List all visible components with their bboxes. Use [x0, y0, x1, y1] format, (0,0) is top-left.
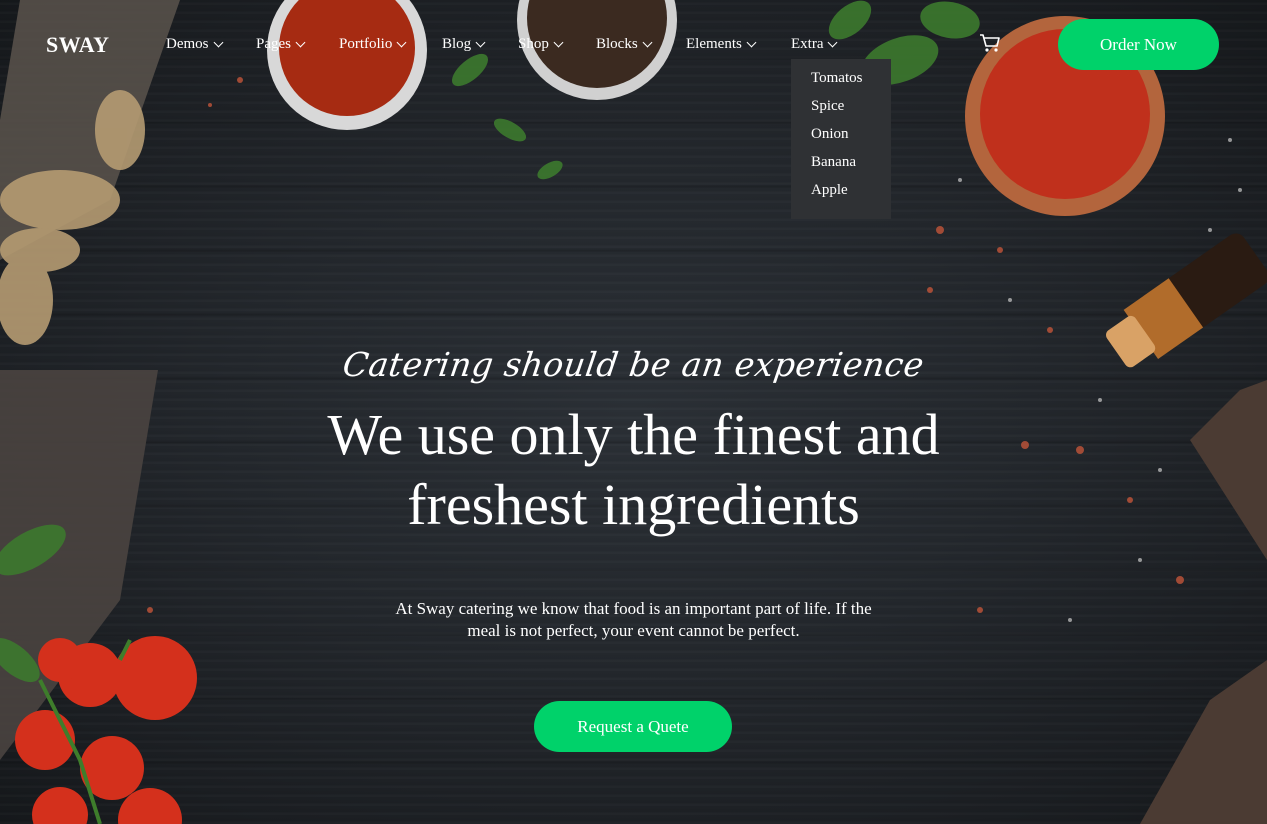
chevron-down-icon	[746, 37, 757, 48]
request-quote-button[interactable]: Request a Quete	[534, 701, 732, 752]
hero-tagline: Catering should be an experience	[340, 345, 927, 384]
nav-item-label: Blog	[442, 36, 472, 52]
nav-item-label: Demos	[166, 36, 209, 52]
description-line: At Sway catering we know that food is an…	[395, 599, 872, 618]
chevron-down-icon	[213, 37, 223, 48]
headline-line: We use only the finest and	[327, 402, 940, 467]
dropdown-item-apple[interactable]: Apple	[791, 181, 891, 209]
dropdown-item-banana[interactable]: Banana	[791, 153, 891, 181]
hero-description: At Sway catering we know that food is an…	[0, 598, 1267, 642]
chevron-down-icon	[553, 37, 564, 48]
brand-logo[interactable]: SWAY	[46, 32, 110, 58]
order-now-button[interactable]: Order Now	[1058, 19, 1219, 70]
nav-item-label: Extra	[791, 36, 824, 52]
description-line: meal is not perfect, your event cannot b…	[467, 621, 800, 640]
headline-line: freshest ingredients	[407, 472, 860, 537]
chevron-down-icon	[295, 37, 306, 48]
chevron-down-icon	[475, 37, 486, 48]
chevron-down-icon	[396, 37, 407, 48]
nav-item-blocks[interactable]: Blocks	[596, 36, 686, 53]
nav-item-pages[interactable]: Pages	[256, 36, 339, 53]
extra-dropdown-menu: Tomatos Spice Onion Banana Apple	[791, 59, 891, 219]
nav-item-label: Shop	[518, 36, 549, 52]
chevron-down-icon	[828, 37, 838, 48]
nav-item-label: Blocks	[596, 36, 638, 52]
nav-item-label: Portfolio	[339, 36, 393, 52]
chevron-down-icon	[642, 37, 653, 48]
nav-item-label: Pages	[256, 36, 291, 52]
dropdown-item-tomatos[interactable]: Tomatos	[791, 69, 891, 97]
nav-item-demos[interactable]: Demos	[166, 36, 256, 53]
dropdown-item-onion[interactable]: Onion	[791, 125, 891, 153]
nav-item-shop[interactable]: Shop	[518, 36, 596, 53]
nav-item-extra[interactable]: Extra	[791, 36, 851, 53]
nav-item-label: Elements	[686, 36, 742, 52]
nav-item-elements[interactable]: Elements	[686, 36, 791, 53]
hero-headline: We use only the finest and freshest ingr…	[0, 400, 1267, 540]
nav-item-portfolio[interactable]: Portfolio	[339, 36, 442, 53]
main-nav: Demos Pages Portfolio Blog Shop Blocks E…	[166, 36, 851, 53]
dropdown-item-spice[interactable]: Spice	[791, 97, 891, 125]
cart-icon[interactable]	[979, 33, 1001, 53]
nav-item-blog[interactable]: Blog	[442, 36, 518, 53]
